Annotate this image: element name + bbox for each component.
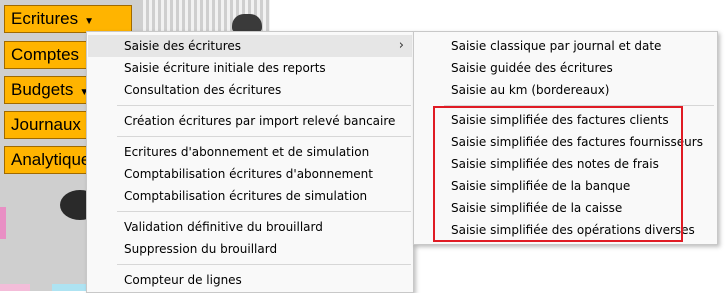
sidebar-button-analytique[interactable]: Analytique <box>4 146 90 174</box>
menu-item-label: Ecritures d'abonnement et de simulation <box>124 145 370 159</box>
sidebar-button-label: Ecritures <box>11 9 79 28</box>
menu-separator <box>117 264 411 265</box>
sidebar-button-comptes[interactable]: Comptes <box>4 41 90 69</box>
menu-item-abonnement-simulation[interactable]: Ecritures d'abonnement et de simulation <box>88 141 412 163</box>
menu-item-saisie-ecriture-initiale[interactable]: Saisie écriture initiale des reports <box>88 57 412 79</box>
submenu-item-label: Saisie simplifiée des factures clients <box>451 113 669 127</box>
submenu-item-caisse[interactable]: Saisie simplifiée de la caisse <box>415 197 715 219</box>
submenu-item-factures-fournisseurs[interactable]: Saisie simplifiée des factures fournisse… <box>415 131 715 153</box>
submenu-item-notes-de-frais[interactable]: Saisie simplifiée des notes de frais <box>415 153 715 175</box>
submenu-item-saisie-classique[interactable]: Saisie classique par journal et date <box>415 35 715 57</box>
menu-item-comptabilisation-abonnement[interactable]: Comptabilisation écritures d'abonnement <box>88 163 412 185</box>
sidebar-button-label: Journaux <box>11 115 81 134</box>
sidebar-button-label: Budgets <box>11 80 74 99</box>
sidebar-button-budgets[interactable]: Budgets ▼ <box>4 76 90 104</box>
submenu-item-label: Saisie au km (bordereaux) <box>451 83 610 97</box>
menu-item-comptabilisation-simulation[interactable]: Comptabilisation écritures de simulation <box>88 185 412 207</box>
menu-item-label: Création écritures par import relevé ban… <box>124 114 396 128</box>
menu-separator <box>117 211 411 212</box>
sidebar-button-label: Comptes <box>11 45 80 64</box>
menu-item-suppression-brouillard[interactable]: Suppression du brouillard <box>88 238 412 260</box>
menu-item-label: Saisie écriture initiale des reports <box>124 61 326 75</box>
menu-item-validation-brouillard[interactable]: Validation définitive du brouillard <box>88 216 412 238</box>
background-cyan-bar <box>52 284 88 291</box>
submenu-item-label: Saisie simplifiée de la caisse <box>451 201 623 215</box>
sidebar-button-journaux[interactable]: Journaux▼ <box>4 111 97 139</box>
submenu-item-label: Saisie classique par journal et date <box>451 39 662 53</box>
menu-separator <box>117 105 411 106</box>
background-pink-bar <box>0 284 30 291</box>
menu-item-label: Compteur de lignes <box>124 273 242 287</box>
menu-item-label: Suppression du brouillard <box>124 242 278 256</box>
submenu-item-factures-clients[interactable]: Saisie simplifiée des factures clients <box>415 109 715 131</box>
menu-item-label: Validation définitive du brouillard <box>124 220 323 234</box>
menu-separator <box>117 136 411 137</box>
background-pink-strip <box>0 207 6 239</box>
saisie-submenu: Saisie classique par journal et date Sai… <box>413 31 718 245</box>
submenu-item-label: Saisie simplifiée des factures fournisse… <box>451 135 703 149</box>
submenu-item-banque[interactable]: Saisie simplifiée de la banque <box>415 175 715 197</box>
menu-item-label: Consultation des écritures <box>124 83 282 97</box>
submenu-item-label: Saisie simplifiée de la banque <box>451 179 631 193</box>
sidebar-button-label: Analytique <box>11 150 91 169</box>
submenu-item-label: Saisie simplifiée des opérations diverse… <box>451 223 695 237</box>
submenu-item-saisie-guidee[interactable]: Saisie guidée des écritures <box>415 57 715 79</box>
submenu-item-label: Saisie guidée des écritures <box>451 61 613 75</box>
chevron-down-icon: ▼ <box>84 16 94 27</box>
submenu-item-label: Saisie simplifiée des notes de frais <box>451 157 659 171</box>
menu-item-saisie-des-ecritures[interactable]: Saisie des écritures › <box>88 35 412 57</box>
ecritures-dropdown-menu: Saisie des écritures › Saisie écriture i… <box>86 31 414 293</box>
menu-item-consultation[interactable]: Consultation des écritures <box>88 79 412 101</box>
chevron-right-icon: › <box>398 38 404 53</box>
menu-item-label: Saisie des écritures <box>124 39 242 53</box>
submenu-item-saisie-au-km[interactable]: Saisie au km (bordereaux) <box>415 79 715 101</box>
menu-item-import-releve[interactable]: Création écritures par import relevé ban… <box>88 110 412 132</box>
sidebar-button-ecritures[interactable]: Ecritures ▼ <box>4 5 132 33</box>
submenu-item-operations-diverses[interactable]: Saisie simplifiée des opérations diverse… <box>415 219 715 241</box>
menu-item-compteur-lignes[interactable]: Compteur de lignes <box>88 269 412 291</box>
menu-item-label: Comptabilisation écritures de simulation <box>124 189 368 203</box>
menu-separator <box>444 105 714 106</box>
background-phone-icon <box>232 14 262 32</box>
menu-item-label: Comptabilisation écritures d'abonnement <box>124 167 373 181</box>
